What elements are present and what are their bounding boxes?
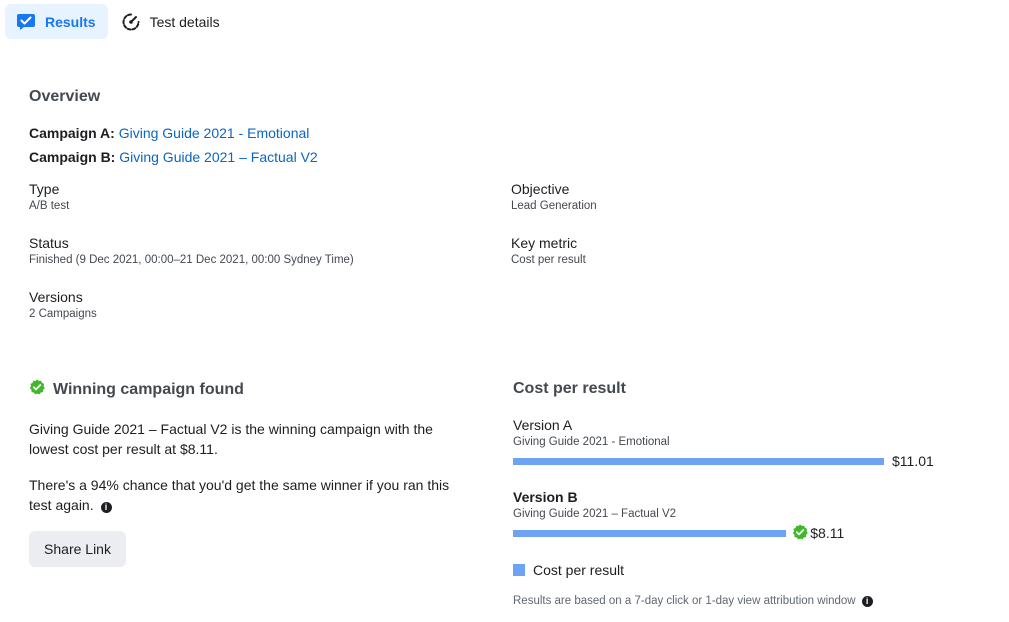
footnote-info-icon[interactable]: i bbox=[861, 595, 873, 607]
version-a-name: Version A bbox=[513, 417, 573, 433]
winner-check-icon bbox=[792, 524, 809, 545]
type-field: Type A/B test bbox=[29, 181, 69, 212]
share-link-button[interactable]: Share Link bbox=[29, 531, 126, 567]
winner-heading: Winning campaign found bbox=[29, 379, 244, 400]
version-b-value: $8.11 bbox=[810, 525, 845, 541]
winner-text: Giving Guide 2021 – Factual V2 is the wi… bbox=[29, 421, 433, 457]
version-b-name: Version B bbox=[513, 489, 578, 505]
info-icon[interactable]: i bbox=[100, 502, 112, 513]
key-metric-label: Key metric bbox=[511, 235, 578, 251]
versions-value: 2 Campaigns bbox=[29, 308, 97, 320]
winner-title: Winning campaign found bbox=[53, 380, 244, 398]
footnote-text: Results are based on a 7-day click or 1-… bbox=[513, 595, 856, 607]
tab-test-details-label: Test details bbox=[149, 13, 220, 30]
status-field: Status Finished (9 Dec 2021, 00:00–21 De… bbox=[29, 235, 354, 266]
verified-check-icon bbox=[29, 379, 45, 400]
attribution-footnote: Results are based on a 7-day click or 1-… bbox=[513, 595, 873, 607]
winner-chance-text: There's a 94% chance that you'd get the … bbox=[29, 477, 450, 513]
version-b-campaign: Giving Guide 2021 – Factual V2 bbox=[513, 508, 677, 520]
campaign-a-label: Campaign A: bbox=[29, 125, 115, 141]
campaign-b-row: Campaign B: Giving Guide 2021 – Factual … bbox=[29, 149, 318, 165]
campaign-a-row: Campaign A: Giving Guide 2021 - Emotiona… bbox=[29, 125, 309, 141]
campaign-b-link[interactable]: Giving Guide 2021 – Factual V2 bbox=[119, 149, 317, 165]
key-metric-field: Key metric Cost per result bbox=[511, 235, 586, 266]
version-a: Version A Giving Guide 2021 - Emotional bbox=[513, 417, 670, 448]
tab-test-details[interactable]: Test details bbox=[110, 4, 232, 39]
cost-title: Cost per result bbox=[513, 380, 626, 397]
status-value: Finished (9 Dec 2021, 00:00–21 Dec 2021,… bbox=[29, 254, 354, 266]
campaign-b-label: Campaign B: bbox=[29, 149, 116, 165]
speedometer-icon bbox=[121, 12, 141, 32]
type-label: Type bbox=[29, 181, 60, 197]
type-value: A/B test bbox=[29, 200, 70, 212]
winner-chance: There's a 94% chance that you'd get the … bbox=[29, 475, 459, 515]
version-a-bar bbox=[513, 458, 884, 465]
objective-value: Lead Generation bbox=[511, 200, 597, 212]
chart-legend: Cost per result bbox=[513, 562, 624, 578]
version-b: Version B Giving Guide 2021 – Factual V2 bbox=[513, 489, 676, 520]
version-b-bar bbox=[513, 530, 787, 537]
overview-title: Overview bbox=[29, 88, 101, 105]
objective-field: Objective Lead Generation bbox=[511, 181, 597, 212]
legend-swatch bbox=[513, 564, 525, 576]
legend-label: Cost per result bbox=[533, 562, 625, 578]
campaign-a-link[interactable]: Giving Guide 2021 - Emotional bbox=[119, 125, 310, 141]
version-a-campaign: Giving Guide 2021 - Emotional bbox=[513, 436, 670, 448]
version-a-value: $11.01 bbox=[892, 453, 934, 469]
results-icon bbox=[16, 12, 36, 32]
tab-bar: Results Test details bbox=[5, 4, 234, 39]
objective-label: Objective bbox=[511, 181, 570, 197]
key-metric-value: Cost per result bbox=[511, 254, 586, 266]
status-label: Status bbox=[29, 235, 69, 251]
tab-results[interactable]: Results bbox=[5, 4, 108, 39]
versions-field: Versions 2 Campaigns bbox=[29, 289, 97, 320]
versions-label: Versions bbox=[29, 289, 83, 305]
tab-results-label: Results bbox=[45, 13, 96, 30]
